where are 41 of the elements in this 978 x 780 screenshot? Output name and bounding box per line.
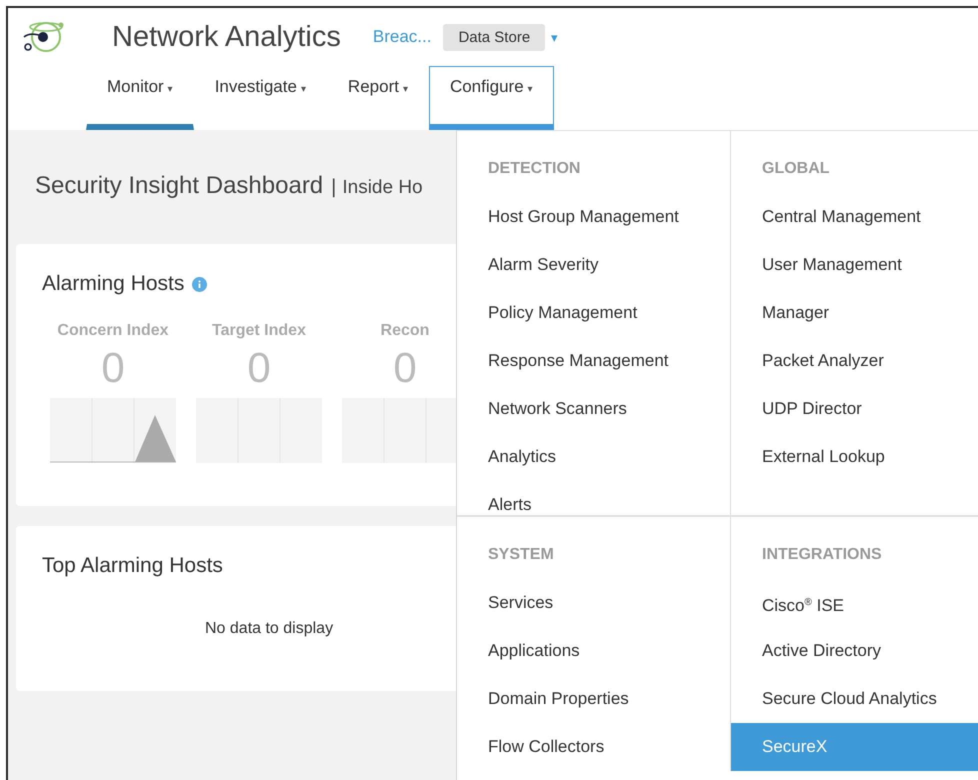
- menu-item[interactable]: Response Management: [457, 337, 730, 385]
- card-title: Alarming Hosts: [42, 272, 184, 296]
- metric-label: Recon: [380, 322, 430, 340]
- menu-item[interactable]: Alarm Severity: [457, 241, 730, 289]
- menu-item[interactable]: Secure Cloud Analytics: [731, 675, 978, 723]
- menu-item[interactable]: Services: [457, 579, 730, 627]
- menu-item[interactable]: Central Management: [731, 193, 978, 241]
- metric-value: 0: [393, 346, 417, 390]
- page-title: Security Insight Dashboard: [35, 172, 324, 200]
- section-heading: GLOBAL: [761, 159, 831, 179]
- menu-item[interactable]: External Lookup: [731, 433, 978, 481]
- domain-selector[interactable]: Data Store: [443, 24, 546, 50]
- menu-item[interactable]: Alerts: [457, 481, 730, 529]
- menu-item[interactable]: Flow Collectors: [457, 723, 730, 771]
- empty-message: No data to display: [205, 620, 334, 638]
- menu-item[interactable]: Cisco$^{®}$ ISE: [731, 579, 978, 627]
- section-heading: INTEGRATIONS: [761, 545, 883, 565]
- metric-label: Target Index: [212, 322, 306, 340]
- menu-item[interactable]: Applications: [457, 627, 730, 675]
- section-heading: SYSTEM: [487, 545, 555, 565]
- nav-tab[interactable]: Report ▾: [326, 66, 429, 130]
- menu-item[interactable]: Manager: [731, 289, 978, 337]
- metric-label: Concern Index: [57, 322, 169, 340]
- menu-item[interactable]: Domain Properties: [457, 675, 730, 723]
- menu-item[interactable]: UDP Director: [731, 385, 978, 433]
- menu-item[interactable]: Network Scanners: [457, 385, 730, 433]
- metric-value: 0: [101, 346, 125, 390]
- menu-item[interactable]: Packet Analyzer: [731, 337, 978, 385]
- nav-tab[interactable]: Investigate ▾: [194, 66, 327, 130]
- menu-item[interactable]: Policy Management: [457, 289, 730, 337]
- app-title: Network Analytics: [112, 20, 341, 54]
- info-icon[interactable]: [192, 276, 208, 292]
- menu-item[interactable]: User Management: [731, 241, 978, 289]
- menu-item[interactable]: Active Directory: [731, 627, 978, 675]
- menu-item[interactable]: Analytics: [457, 433, 730, 481]
- section-heading: DETECTION: [487, 159, 582, 179]
- menu-item[interactable]: Host Group Management: [457, 193, 730, 241]
- metric-value: 0: [247, 346, 271, 390]
- title-separator: |: [331, 176, 336, 199]
- page-subtitle: Inside Ho: [342, 177, 423, 199]
- card-title: Top Alarming Hosts: [42, 554, 223, 578]
